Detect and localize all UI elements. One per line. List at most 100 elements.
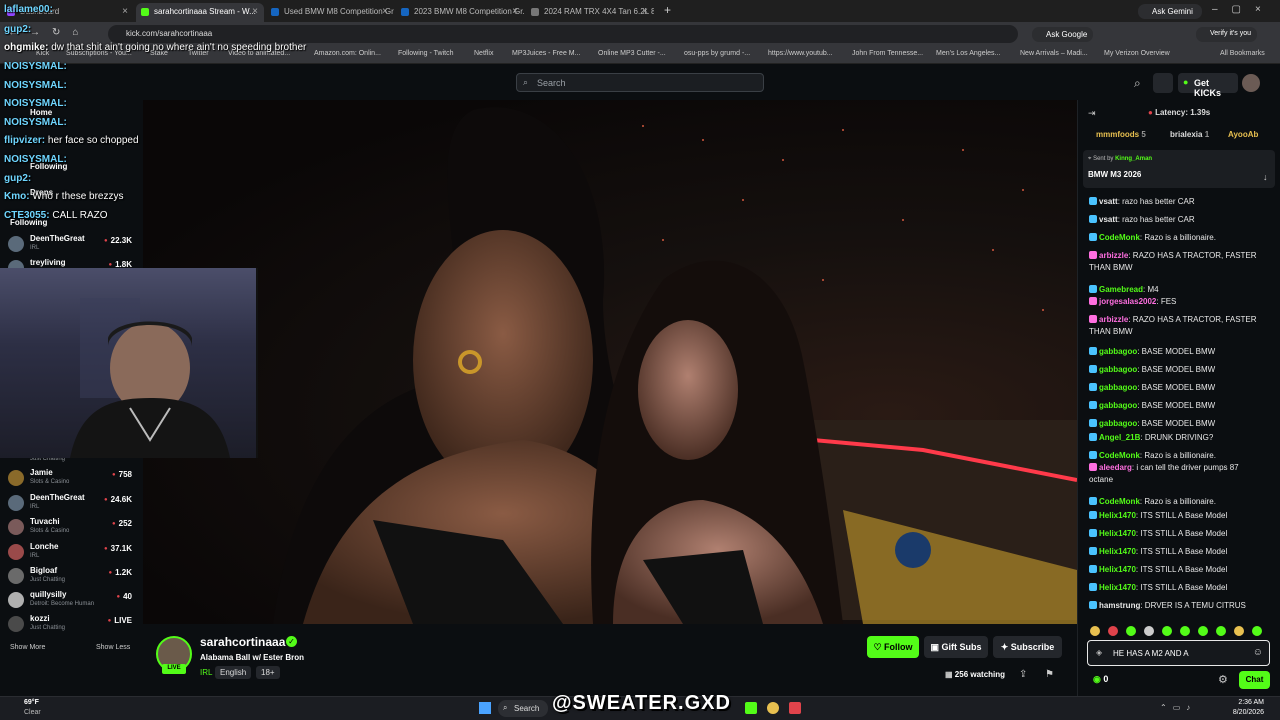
profile-button[interactable]: Verify it's you xyxy=(1196,27,1258,42)
bookmark[interactable]: MP3Juices - Free M... xyxy=(512,50,580,57)
chat-username[interactable]: aleedarg xyxy=(1099,463,1132,472)
sidebar-channel[interactable]: quillysilly Detroit: Become Human 40 xyxy=(8,590,136,614)
chat-username[interactable]: gabbagoo xyxy=(1099,347,1137,356)
close-icon[interactable]: × xyxy=(252,6,258,17)
chat-username[interactable]: arbizzle xyxy=(1099,251,1128,260)
arrow-down-icon[interactable]: ↓ xyxy=(1263,172,1268,182)
category-tag[interactable]: IRL xyxy=(200,668,212,677)
chat-username[interactable]: Helix1470 xyxy=(1099,529,1136,538)
nav-home[interactable]: Home xyxy=(30,108,52,117)
chat-username[interactable]: CodeMonk xyxy=(1099,233,1140,242)
chat-input[interactable]: ◈ HE HAS A M2 AND A ☺ xyxy=(1087,640,1270,666)
search-input[interactable]: ⌕ Search xyxy=(516,73,764,92)
ask-google-button[interactable]: Ask Google xyxy=(1032,27,1094,42)
windows-start-icon[interactable] xyxy=(479,702,491,714)
gift-subs-button[interactable]: ▣ Gift Subs xyxy=(924,636,988,658)
bookmark[interactable]: Amazon.com: Onlin... xyxy=(314,50,381,57)
search-icon: ⌕ xyxy=(503,703,508,712)
avatar[interactable] xyxy=(1242,74,1260,92)
emoji-icon[interactable]: ☺ xyxy=(1253,647,1263,658)
sidebar-channel[interactable]: Jamie Slots & Casino 758 xyxy=(8,468,136,492)
sidebar-channel[interactable]: Lonche IRL 37.1K xyxy=(8,542,136,566)
gear-icon[interactable]: ⚙ xyxy=(1218,673,1228,686)
chat-username[interactable]: gabbagoo xyxy=(1099,419,1137,428)
window-controls[interactable]: –▢× xyxy=(1212,4,1275,15)
tab-ram-trx[interactable]: 2024 RAM TRX 4X4 Tan 6.2L 8... × xyxy=(526,3,654,22)
overlay-chat-line: NOISYSMAL: xyxy=(4,98,67,109)
chat-username[interactable]: CodeMonk xyxy=(1099,497,1140,506)
get-kicks-button[interactable]: ● Get KICKs xyxy=(1178,73,1238,98)
clock-time[interactable]: 2:36 AM xyxy=(1224,699,1264,706)
chat-username[interactable]: vsatt xyxy=(1099,215,1118,224)
all-bookmarks[interactable]: All Bookmarks xyxy=(1220,50,1265,57)
emote-bar xyxy=(1087,625,1270,637)
kicks-balance[interactable]: ◉ 0 xyxy=(1093,674,1108,685)
search-icon[interactable]: ⌕ xyxy=(1134,76,1141,91)
overlay-chat-line: gup2: xyxy=(4,24,32,35)
layout-icon[interactable] xyxy=(1153,73,1173,93)
chat-send-button[interactable]: Chat xyxy=(1239,671,1270,689)
tab-2023-bmw[interactable]: 2023 BMW M8 Competition Gr... × xyxy=(396,3,524,22)
close-icon[interactable]: × xyxy=(512,6,518,17)
bookmark[interactable]: osu-pps by grumd -... xyxy=(684,50,750,57)
show-more-button[interactable]: Show More xyxy=(10,644,45,651)
bookmark[interactable]: My Verizon Overview xyxy=(1104,50,1170,57)
chat-username[interactable]: Helix1470 xyxy=(1099,583,1136,592)
chat-username[interactable]: jorgesalas2002 xyxy=(1099,297,1156,306)
close-icon[interactable]: × xyxy=(642,6,648,17)
url-field[interactable]: kick.com/sarahcortinaaa xyxy=(108,25,1018,43)
top-gifter[interactable]: mmmfoods 5 xyxy=(1096,130,1146,139)
tab-used-bmw[interactable]: Used BMW M8 Competition Gr... × xyxy=(266,3,394,22)
ask-gemini-button[interactable]: Ask Gemini xyxy=(1138,4,1202,19)
sidebar-channel[interactable]: kozzi Just Chatting LIVE xyxy=(8,614,136,638)
bookmark[interactable]: New Arrivals – Madi... xyxy=(1020,50,1088,57)
video-player[interactable] xyxy=(143,100,1077,624)
chat-username[interactable]: arbizzle xyxy=(1099,315,1128,324)
share-icon[interactable]: ⇪ xyxy=(1019,669,1027,680)
bookmark[interactable]: Following - Twitch xyxy=(398,50,454,57)
chat-username[interactable]: Helix1470 xyxy=(1099,511,1136,520)
chat-username[interactable]: Gamebread xyxy=(1099,285,1143,294)
chat-username[interactable]: CodeMonk xyxy=(1099,451,1140,460)
sidebar-channel[interactable]: Bigloaf Just Chatting 1.2K xyxy=(8,566,136,590)
chat-message: Helix1470: ITS STILL A Base Model xyxy=(1089,564,1264,576)
close-icon[interactable]: × xyxy=(122,6,128,17)
chat-username[interactable]: gabbagoo xyxy=(1099,365,1137,374)
collapse-chat-icon[interactable]: ⇥ xyxy=(1088,108,1096,119)
new-tab-button[interactable]: + xyxy=(664,3,671,17)
bookmark[interactable]: John From Tennesse... xyxy=(852,50,923,57)
sidebar-channel[interactable]: Tuvachi Slots & Casino 252 xyxy=(8,517,136,541)
chat-username[interactable]: vsatt xyxy=(1099,197,1118,206)
user-badge-icon xyxy=(1089,583,1097,591)
chat-username[interactable]: gabbagoo xyxy=(1099,401,1137,410)
taskbar-search[interactable]: ⌕ Search xyxy=(498,700,548,717)
tag-english[interactable]: English xyxy=(215,666,252,679)
tab-kick-stream[interactable]: sarahcortinaaa Stream - W... × xyxy=(136,3,264,22)
sidebar-channel[interactable]: DeenTheGreat IRL 22.3K xyxy=(8,234,136,258)
kick-app-icon[interactable] xyxy=(745,702,757,714)
tag-18plus[interactable]: 18+ xyxy=(256,666,280,679)
show-less-button[interactable]: Show Less xyxy=(96,644,130,651)
top-gifter[interactable]: brialexia 1 xyxy=(1170,130,1209,139)
channel-name[interactable]: sarahcortinaaa xyxy=(200,635,285,649)
pinned-message[interactable]: ⌖ Sent by Kinng_Aman BMW M3 2026 ↓ xyxy=(1083,150,1275,188)
tray-icons[interactable]: ⌃▭♪ xyxy=(1160,703,1196,712)
bookmark[interactable]: Netflix xyxy=(474,50,493,57)
follow-button[interactable]: ♡ Follow xyxy=(867,636,919,658)
chat-username[interactable]: Helix1470 xyxy=(1099,547,1136,556)
bookmark[interactable]: Online MP3 Cutter -... xyxy=(598,50,666,57)
chrome-icon[interactable] xyxy=(767,702,779,714)
chat-username[interactable]: gabbagoo xyxy=(1099,383,1137,392)
report-icon[interactable]: ⚑ xyxy=(1045,669,1054,680)
chat-username[interactable]: Helix1470 xyxy=(1099,565,1136,574)
chat-username[interactable]: Angel_21B xyxy=(1099,433,1140,442)
top-gifter[interactable]: AyooAb xyxy=(1228,130,1280,139)
bookmark[interactable]: https://www.youtub... xyxy=(768,50,833,57)
bookmark[interactable]: Men's Los Angeles... xyxy=(936,50,1000,57)
app-icon[interactable] xyxy=(789,702,801,714)
sidebar-channel[interactable]: DeenTheGreat IRL 24.6K xyxy=(8,493,136,517)
subscribe-button[interactable]: ✦ Subscribe xyxy=(993,636,1062,658)
weather-temp[interactable]: 69°F xyxy=(24,699,39,706)
close-icon[interactable]: × xyxy=(382,6,388,17)
chat-username[interactable]: hamstrung xyxy=(1099,601,1140,610)
